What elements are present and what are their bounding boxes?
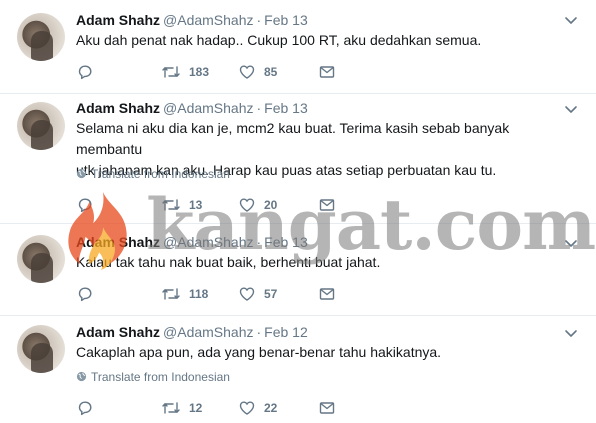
tweet-text: Aku dah penat nak hadap.. Cukup 100 RT, … xyxy=(76,32,482,48)
retweet-icon xyxy=(162,66,180,78)
tweet-timeline: Adam Shahz @AdamShahz · Feb 13 Aku dah pena… xyxy=(0,0,596,423)
tweet-header: Adam Shahz @AdamShahz · Feb 12 xyxy=(76,323,308,341)
retweet-button[interactable]: 183 xyxy=(161,63,209,81)
separator-dot: · xyxy=(256,100,262,116)
tweet-header: Adam Shahz @AdamShahz · Feb 13 xyxy=(76,99,308,117)
like-count: 22 xyxy=(264,401,278,415)
globe-icon xyxy=(76,168,87,179)
like-button[interactable]: 57 xyxy=(238,285,277,303)
display-name[interactable]: Adam Shahz xyxy=(76,100,160,116)
translate-link[interactable]: Translate from Indonesian xyxy=(76,166,230,182)
reply-icon xyxy=(78,287,92,302)
retweet-count: 118 xyxy=(189,287,209,301)
like-count: 85 xyxy=(264,65,278,79)
tweet[interactable]: Adam Shahz @AdamShahz · Feb 13 Aku dah pena… xyxy=(0,0,596,94)
display-name[interactable]: Adam Shahz xyxy=(76,324,160,340)
retweet-count: 183 xyxy=(189,65,210,79)
separator-dot: · xyxy=(256,12,262,28)
reply-icon xyxy=(78,198,92,213)
tweet-date[interactable]: Feb 13 xyxy=(264,12,308,28)
tweet-text: Cakaplah apa pun, ada yang benar-benar t… xyxy=(76,344,442,360)
retweet-count: 13 xyxy=(189,198,203,212)
tweet-text: Kalau tak tahu nak buat baik, berhenti b… xyxy=(76,254,381,270)
separator-dot: · xyxy=(256,324,262,340)
like-button[interactable]: 22 xyxy=(238,399,277,417)
avatar[interactable] xyxy=(17,325,65,373)
avatar[interactable] xyxy=(17,13,65,61)
tweet-actions: 13 20 xyxy=(76,196,376,214)
user-handle[interactable]: @AdamShahz xyxy=(163,12,253,28)
user-handle[interactable]: @AdamShahz xyxy=(163,234,253,250)
retweet-icon xyxy=(162,199,180,211)
envelope-icon xyxy=(319,288,335,300)
chevron-down-icon[interactable] xyxy=(564,236,578,250)
avatar[interactable] xyxy=(17,102,65,150)
heart-icon xyxy=(239,198,255,212)
globe-icon xyxy=(76,371,87,382)
retweet-button[interactable]: 118 xyxy=(161,285,208,303)
tweet-date[interactable]: Feb 13 xyxy=(264,100,308,116)
retweet-icon xyxy=(162,402,180,414)
tweet-actions: 12 22 xyxy=(76,399,376,417)
separator-dot: · xyxy=(256,234,262,250)
tweet-header: Adam Shahz @AdamShahz · Feb 13 xyxy=(76,233,308,251)
tweet[interactable]: Adam Shahz @AdamShahz · Feb 12 Cakaplah apa… xyxy=(0,316,596,423)
direct-message-button[interactable] xyxy=(318,196,336,214)
direct-message-button[interactable] xyxy=(318,285,336,303)
like-count: 20 xyxy=(264,198,278,212)
translate-label: Translate from Indonesian xyxy=(91,370,230,384)
heart-icon xyxy=(239,65,255,79)
chevron-down-icon[interactable] xyxy=(564,102,578,116)
direct-message-button[interactable] xyxy=(318,399,336,417)
reply-button[interactable] xyxy=(76,285,94,303)
retweet-button[interactable]: 12 xyxy=(161,399,202,417)
tweet[interactable]: Adam Shahz @AdamShahz · Feb 13 Kalau tak ta… xyxy=(0,224,596,316)
envelope-icon xyxy=(319,66,335,78)
retweet-icon xyxy=(162,288,180,300)
tweet-header: Adam Shahz @AdamShahz · Feb 13 xyxy=(76,11,308,29)
retweet-count: 12 xyxy=(189,401,203,415)
envelope-icon xyxy=(319,199,335,211)
translate-link[interactable]: Translate from Indonesian xyxy=(76,369,230,385)
chevron-down-icon[interactable] xyxy=(564,13,578,27)
user-handle[interactable]: @AdamShahz xyxy=(163,324,253,340)
heart-icon xyxy=(239,287,255,301)
envelope-icon xyxy=(319,402,335,414)
chevron-down-icon[interactable] xyxy=(564,326,578,340)
translate-label: Translate from Indonesian xyxy=(91,167,230,181)
display-name[interactable]: Adam Shahz xyxy=(76,234,160,250)
retweet-button[interactable]: 13 xyxy=(161,196,202,214)
like-button[interactable]: 85 xyxy=(238,63,277,81)
heart-icon xyxy=(239,401,255,415)
tweet-text-line: Selama ni aku dia kan je, mcm2 kau buat.… xyxy=(76,120,510,157)
direct-message-button[interactable] xyxy=(318,63,336,81)
tweet-actions: 118 57 xyxy=(76,285,376,303)
user-handle[interactable]: @AdamShahz xyxy=(163,100,253,116)
reply-button[interactable] xyxy=(76,399,94,417)
like-count: 57 xyxy=(264,287,278,301)
reply-icon xyxy=(78,401,92,416)
tweet-date[interactable]: Feb 13 xyxy=(264,234,308,250)
tweet[interactable]: Adam Shahz @AdamShahz · Feb 13 Selama ni ak… xyxy=(0,94,596,224)
display-name[interactable]: Adam Shahz xyxy=(76,12,160,28)
reply-button[interactable] xyxy=(76,63,94,81)
tweet-actions: 183 85 xyxy=(76,63,376,81)
avatar[interactable] xyxy=(17,235,65,283)
reply-icon xyxy=(78,65,92,80)
tweet-date[interactable]: Feb 12 xyxy=(264,324,308,340)
reply-button[interactable] xyxy=(76,196,94,214)
like-button[interactable]: 20 xyxy=(238,196,277,214)
